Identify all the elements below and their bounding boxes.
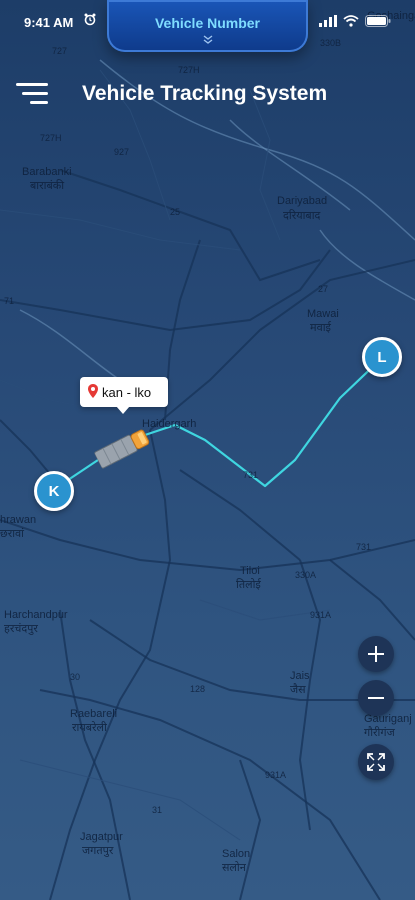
- route-end-marker[interactable]: L: [362, 337, 402, 377]
- app-header: Vehicle Tracking System: [0, 72, 415, 118]
- zoom-in-button[interactable]: [358, 636, 394, 672]
- place-label: Tiloi: [240, 565, 260, 577]
- app-screen: Barabanki बाराबंकी Dariyabad दरियाबाद Ma…: [0, 0, 415, 900]
- place-label: Haidergarh: [142, 418, 197, 430]
- signal-icon: [319, 14, 337, 32]
- plus-icon: [368, 646, 384, 662]
- place-label: Barabanki: [22, 166, 72, 178]
- page-title: Vehicle Tracking System: [82, 82, 328, 105]
- place-label: Jais: [290, 670, 310, 682]
- road-number: 931A: [310, 610, 332, 620]
- place-label: सलोन: [222, 862, 246, 874]
- route-callout-text: kan - lko: [102, 385, 152, 400]
- place-label: Mawai: [307, 308, 339, 320]
- place-label: छरावां: [0, 528, 25, 540]
- road-number: 30: [70, 672, 81, 682]
- alarm-icon: [84, 13, 96, 31]
- road-number: 731: [243, 470, 259, 480]
- road-number: 731: [356, 542, 372, 552]
- place-label: Jagatpur: [80, 831, 123, 843]
- road-number: 727H: [40, 133, 62, 143]
- place-label: मवाई: [310, 322, 331, 334]
- vehicle-number-label: Vehicle Number: [154, 15, 261, 31]
- place-label: Raebareli: [70, 708, 118, 720]
- place-label: hrawan: [0, 514, 37, 526]
- minus-icon: [368, 697, 384, 699]
- chevron-down-icon: [107, 32, 308, 50]
- status-time: 9:41 AM: [24, 15, 74, 30]
- place-label: दरियाबाद: [283, 210, 321, 222]
- battery-icon: [365, 14, 391, 32]
- vehicle-number-dropdown[interactable]: Vehicle Number: [107, 0, 308, 52]
- road-number: 330A: [295, 570, 317, 580]
- place-label: Salon: [222, 848, 251, 860]
- zoom-out-button[interactable]: [358, 680, 394, 716]
- callout-tail: [116, 406, 130, 414]
- road-number: 71: [4, 296, 15, 306]
- menu-icon[interactable]: [16, 80, 48, 108]
- road-number: 931A: [265, 770, 287, 780]
- map-canvas[interactable]: [0, 0, 415, 900]
- place-label: जैस: [290, 684, 306, 696]
- expand-icon: [367, 753, 385, 771]
- place-label: जगतपुर: [82, 845, 114, 857]
- place-label: Dariyabad: [277, 195, 328, 207]
- road-number: 727: [52, 46, 68, 56]
- road-number: 128: [190, 684, 206, 694]
- road-number: 31: [152, 805, 163, 815]
- fullscreen-button[interactable]: [358, 744, 394, 780]
- place-label: गौरीगंज: [364, 727, 395, 739]
- road-number: 927: [114, 147, 130, 157]
- wifi-icon: [343, 14, 359, 32]
- place-label: बाराबंकी: [30, 180, 65, 192]
- route-callout[interactable]: kan - lko: [80, 377, 168, 414]
- road-network: [0, 169, 415, 900]
- place-label: हरचंदपुर: [4, 623, 38, 635]
- road-number: 25: [170, 207, 181, 217]
- place-label: Harchandpur: [4, 609, 68, 621]
- location-pin-icon: [88, 384, 98, 403]
- place-label: तिलोई: [236, 579, 261, 591]
- place-label: रायबरेली: [72, 722, 107, 734]
- road-number: 27: [318, 284, 329, 294]
- route-start-marker[interactable]: K: [34, 471, 74, 511]
